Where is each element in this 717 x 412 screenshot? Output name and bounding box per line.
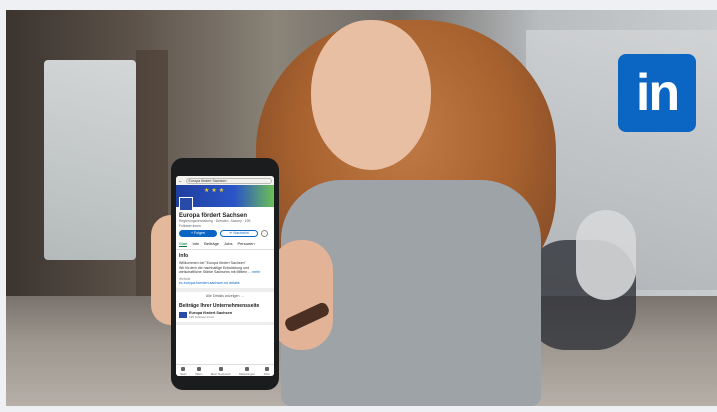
info-title: Info — [179, 253, 189, 259]
search-input[interactable]: Europa fördert Sachsen — [185, 177, 272, 184]
nav-jobs-label: Jobs — [263, 372, 270, 376]
eu-stars-icon: ★★★ — [204, 188, 227, 194]
nav-home-label: Start — [180, 372, 187, 376]
tab-posts[interactable]: Beiträge — [204, 241, 219, 247]
more-link[interactable]: mehr — [252, 270, 260, 274]
tab-jobs[interactable]: Jobs — [224, 241, 232, 247]
nav-video[interactable]: Video — [194, 365, 203, 376]
tab-people[interactable]: Personen — [237, 241, 254, 247]
nav-notifications[interactable]: Mitteilungen — [239, 365, 255, 376]
affiliated-logo — [179, 311, 187, 318]
follow-button[interactable]: + Folgen — [179, 230, 217, 237]
nav-video-label: Video — [194, 372, 203, 376]
photo: ← Europa fördert Sachsen ★★★ Europa förd… — [6, 10, 717, 406]
nav-network-label: Mein Netzwerk — [210, 372, 231, 376]
smartphone: ← Europa fördert Sachsen ★★★ Europa förd… — [171, 158, 279, 390]
affiliated-title: Beiträge Ihrer Unternehmensseite — [179, 302, 260, 309]
bell-icon — [245, 367, 250, 371]
description-body: Wir fördern die nachhaltige Entwicklung … — [179, 265, 252, 275]
page-tabs: Start Info Beiträge Jobs Personen — [176, 239, 274, 250]
website-link[interactable]: ec.europa-foerdert-sachsen.eu details — [179, 281, 271, 285]
tab-info[interactable]: Info — [192, 241, 199, 247]
show-details-link[interactable]: Alle Details anzeigen → — [176, 290, 274, 300]
affiliated-section: Beiträge Ihrer Unternehmensseite Europa … — [176, 300, 274, 325]
affiliated-sub: 195 Follower:innen — [189, 314, 215, 319]
bottom-nav: Start Video Mein Netzwerk Mitteilungen J… — [176, 364, 274, 376]
briefcase-icon — [264, 367, 269, 371]
network-icon — [218, 367, 223, 371]
affiliated-text: Europa fördert Sachsen 195 Follower:inne… — [189, 311, 232, 319]
video-icon — [196, 367, 201, 371]
description-text: Wir fördern die nachhaltige Entwicklung … — [179, 266, 271, 275]
nav-home[interactable]: Start — [180, 365, 187, 376]
nav-network[interactable]: Mein Netzwerk — [211, 365, 231, 376]
message-button[interactable]: ✈ Nachricht — [220, 230, 258, 237]
page-logo — [179, 197, 193, 211]
info-section: Info Willkommen bei "Europa fördert Sach… — [176, 250, 274, 291]
linkedin-logo-icon: in — [618, 54, 696, 132]
back-arrow-icon[interactable]: ← — [178, 178, 183, 183]
person-arm — [271, 240, 333, 350]
background-window — [44, 60, 136, 260]
cover-banner: ★★★ — [176, 185, 274, 211]
action-buttons: + Folgen ✈ Nachricht … — [176, 228, 274, 239]
nav-notifications-label: Mitteilungen — [238, 372, 256, 376]
person-face — [311, 20, 431, 170]
tab-start[interactable]: Start — [179, 241, 188, 247]
more-button[interactable]: … — [261, 230, 268, 237]
nav-jobs[interactable]: Jobs — [263, 365, 270, 376]
phone-screen: ← Europa fördert Sachsen ★★★ Europa förd… — [176, 176, 274, 376]
home-icon — [181, 367, 186, 371]
page-meta: Regierungsverwaltung · Dresden, Saxony ·… — [176, 219, 274, 228]
person-shoe — [576, 210, 636, 300]
affiliated-item[interactable]: Europa fördert Sachsen 195 Follower:inne… — [179, 311, 271, 319]
phone-topbar: ← Europa fördert Sachsen — [176, 176, 274, 185]
